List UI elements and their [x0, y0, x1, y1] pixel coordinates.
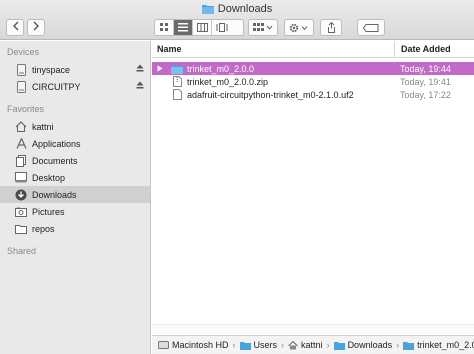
column-header-name[interactable]: Name: [152, 41, 395, 57]
back-button[interactable]: [6, 19, 24, 36]
path-crumb-label: Users: [253, 340, 278, 350]
table-row[interactable]: adafruit-circuitpython-trinket_m0-2.1.0.…: [152, 88, 474, 101]
sidebar-item-tinyspace[interactable]: tinyspace: [0, 61, 150, 78]
drive-icon: [15, 80, 27, 93]
home-icon: [15, 121, 27, 133]
path-separator-icon: ›: [396, 340, 400, 350]
path-crumb-label: kattni: [301, 340, 323, 350]
file-name: trinket_m0_2.0.0: [187, 63, 255, 74]
path-bar: Macintosh HD › Users › kattni › Download…: [152, 335, 474, 354]
chevron-left-icon: [12, 21, 19, 34]
sidebar-item-label: Downloads: [32, 189, 77, 200]
sidebar-heading-devices: Devices: [7, 47, 40, 57]
sidebar-item-label: repos: [32, 223, 55, 234]
tag-icon: [363, 23, 379, 32]
sidebar-item-label: Desktop: [32, 172, 66, 183]
sidebar-heading-shared: Shared: [7, 246, 37, 256]
folder-icon: [239, 341, 251, 350]
sidebar-item-documents[interactable]: Documents: [0, 152, 150, 169]
date-added: Today, 19:41: [400, 76, 451, 87]
path-crumb-trinket-folder[interactable]: trinket_m0_2.0.0: [403, 340, 474, 350]
file-name: trinket_m0_2.0.0.zip: [187, 76, 269, 87]
desktop-icon: [15, 172, 27, 184]
action-button[interactable]: [284, 19, 314, 36]
hard-drive-icon: [158, 341, 169, 349]
list-view-icon: [178, 23, 188, 32]
table-row[interactable]: trinket_m0_2.0.0.zip Today, 19:41: [152, 75, 474, 88]
cover-flow-icon: [216, 23, 227, 32]
home-icon: [288, 340, 298, 350]
folder-icon: [333, 341, 345, 350]
zip-file-icon: [171, 76, 183, 87]
path-separator-icon: ›: [326, 340, 330, 350]
arrange-grid-icon: [253, 23, 273, 31]
folder-icon: [403, 341, 415, 350]
sidebar-item-label: Pictures: [32, 206, 65, 217]
file-name: adafruit-circuitpython-trinket_m0-2.1.0.…: [187, 89, 354, 100]
toolbar: Downloads: [0, 0, 474, 40]
share-icon: [327, 22, 335, 33]
table-row[interactable]: trinket_m0_2.0.0 Today, 19:44: [152, 62, 474, 75]
path-crumb-users[interactable]: Users: [239, 340, 278, 350]
gear-icon: [289, 23, 308, 32]
date-added: Today, 19:44: [400, 63, 451, 74]
icon-view-icon: [159, 23, 168, 31]
sidebar-item-label: CIRCUITPY: [32, 81, 81, 92]
sidebar-item-repos[interactable]: repos: [0, 220, 150, 237]
path-crumb-label: trinket_m0_2.0.0: [417, 340, 474, 350]
sidebar-heading-favorites: Favorites: [7, 104, 45, 114]
folder-icon: [15, 223, 27, 235]
file-list: Name Date Added trinket_m0_2.0.0 Today, …: [152, 41, 474, 354]
path-crumb-kattni[interactable]: kattni: [288, 340, 323, 350]
icon-view-button[interactable]: [155, 20, 174, 35]
folder-icon: [171, 63, 183, 74]
sidebar-item-label: tinyspace: [32, 64, 71, 75]
share-button[interactable]: [320, 19, 342, 36]
path-crumb-label: Macintosh HD: [172, 340, 229, 350]
path-crumb-macintosh-hd[interactable]: Macintosh HD: [158, 340, 229, 350]
path-separator-icon: ›: [232, 340, 236, 350]
applications-icon: [15, 138, 27, 150]
path-crumb-downloads[interactable]: Downloads: [333, 340, 393, 350]
sidebar-item-downloads[interactable]: Downloads: [0, 186, 150, 203]
sidebar-item-circuitpy[interactable]: CIRCUITPY: [0, 78, 150, 95]
sidebar-item-applications[interactable]: Applications: [0, 135, 150, 152]
window-title: Downloads: [0, 3, 474, 17]
downloads-icon: [15, 189, 27, 201]
eject-icon[interactable]: [136, 81, 144, 91]
list-view-button[interactable]: [174, 20, 193, 35]
sidebar-item-desktop[interactable]: Desktop: [0, 169, 150, 186]
sidebar-item-kattni[interactable]: kattni: [0, 118, 150, 135]
document-icon: [171, 89, 183, 100]
column-view-icon: [196, 23, 208, 32]
sidebar-item-pictures[interactable]: Pictures: [0, 203, 150, 220]
folder-icon: [201, 4, 214, 17]
sidebar-item-label: kattni: [32, 121, 54, 132]
horizontal-scrollbar[interactable]: [152, 324, 474, 334]
eject-icon[interactable]: [136, 64, 144, 74]
chevron-right-icon: [33, 21, 40, 34]
sidebar-item-label: Applications: [32, 138, 81, 149]
forward-button[interactable]: [27, 19, 45, 36]
path-separator-icon: ›: [281, 340, 285, 350]
documents-icon: [15, 154, 27, 167]
drive-icon: [15, 63, 27, 76]
column-header-date-added[interactable]: Date Added: [395, 41, 474, 57]
window-title-text: Downloads: [217, 3, 273, 15]
date-added: Today, 17:22: [400, 89, 451, 100]
path-crumb-label: Downloads: [347, 340, 393, 350]
pictures-icon: [15, 206, 27, 218]
sidebar: Devices tinyspace CIRCUITPY Favorites ka…: [0, 41, 151, 354]
column-view-button[interactable]: [193, 20, 212, 35]
sidebar-item-label: Documents: [32, 155, 78, 166]
disclosure-triangle-icon[interactable]: [157, 65, 171, 72]
view-mode-control[interactable]: [154, 19, 244, 36]
column-headers: Name Date Added: [152, 41, 474, 58]
cover-flow-view-button[interactable]: [212, 20, 231, 35]
tag-button[interactable]: [357, 19, 385, 36]
arrange-button[interactable]: [248, 19, 278, 36]
